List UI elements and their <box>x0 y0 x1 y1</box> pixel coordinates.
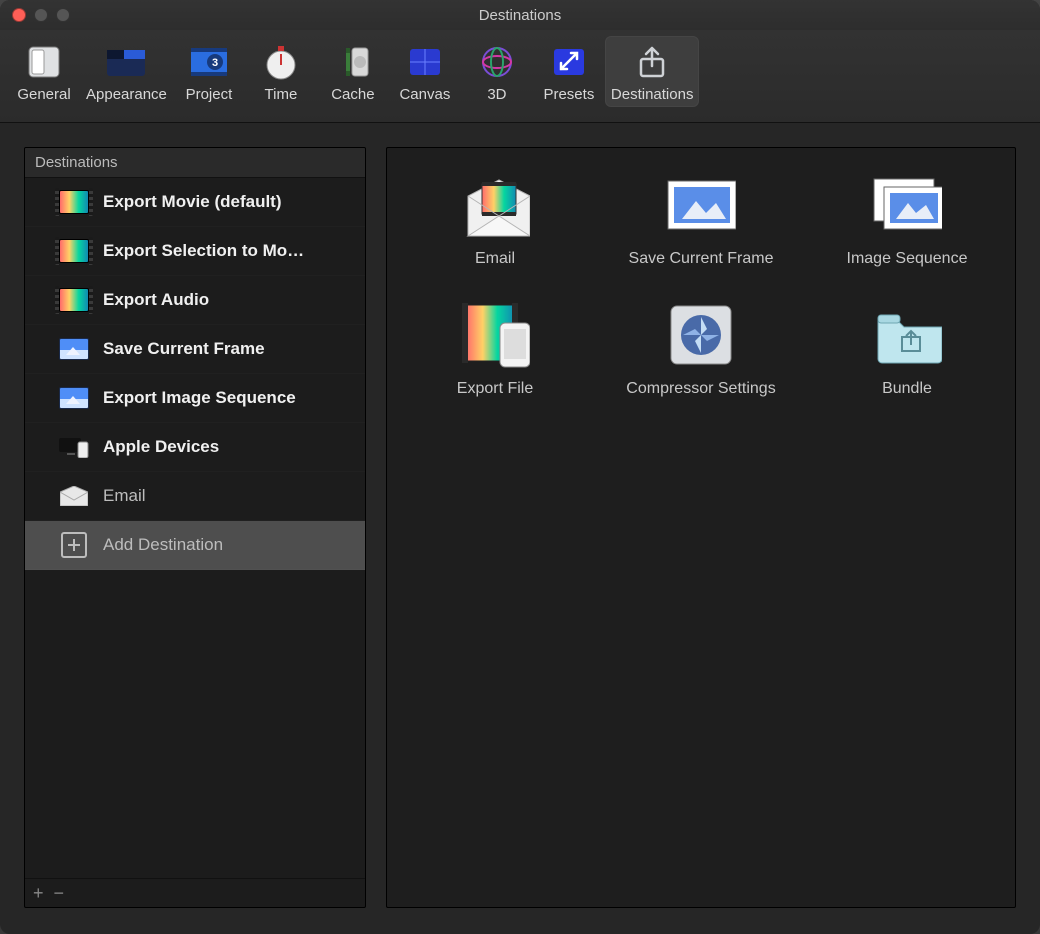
grid-item-label: Compressor Settings <box>626 380 775 398</box>
toolbar-tab-label: Appearance <box>86 86 167 103</box>
destination-templates-pane: Email Save Current Frame Image Sequence <box>386 147 1016 908</box>
compressor-icon <box>666 302 736 368</box>
preferences-window: Destinations General Appearance 3 Projec… <box>0 0 1040 934</box>
sidebar-item-label: Add Destination <box>103 535 223 555</box>
film-icon <box>59 190 89 214</box>
sidebar-item-label: Email <box>103 486 146 506</box>
grid-item-label: Save Current Frame <box>629 250 774 268</box>
sidebar-list: Export Movie (default) Export Selection … <box>25 178 365 878</box>
mountain-icon <box>59 337 89 361</box>
sidebar-item-add-destination[interactable]: Add Destination <box>25 521 365 570</box>
destinations-sidebar: Destinations Export Movie (default) Expo… <box>24 147 366 908</box>
sidebar-header: Destinations <box>25 148 365 178</box>
grid-item-label: Email <box>475 250 515 268</box>
toolbar-tab-label: Cache <box>331 86 374 103</box>
envelope-icon <box>59 484 89 508</box>
film-icon <box>59 288 89 312</box>
zoom-window-button[interactable] <box>56 8 70 22</box>
titlebar: Destinations <box>0 0 1040 30</box>
grid-item-label: Export File <box>457 380 533 398</box>
toolbar-tab-label: Time <box>265 86 298 103</box>
film-icon <box>59 239 89 263</box>
mountain-stack-icon <box>872 172 942 238</box>
sidebar-item-apple-devices[interactable]: Apple Devices <box>25 423 365 472</box>
appearance-icon <box>104 40 148 84</box>
grid-item-export-file[interactable]: Export File <box>397 302 593 398</box>
share-icon <box>630 40 674 84</box>
toolbar-tab-time[interactable]: Time <box>245 36 317 107</box>
stopwatch-icon <box>259 40 303 84</box>
toolbar-tab-destinations[interactable]: Destinations <box>605 36 700 107</box>
sidebar-item-export-movie[interactable]: Export Movie (default) <box>25 178 365 227</box>
sidebar-item-label: Export Image Sequence <box>103 388 296 408</box>
toolbar-tab-label: General <box>17 86 70 103</box>
filmstrip-icon: 3 <box>187 40 231 84</box>
toolbar-tab-general[interactable]: General <box>8 36 80 107</box>
sidebar-footer: + − <box>25 878 365 907</box>
traffic-lights <box>0 8 70 22</box>
plus-box-icon <box>59 533 89 557</box>
sidebar-item-label: Apple Devices <box>103 437 219 457</box>
toolbar-tab-cache[interactable]: Cache <box>317 36 389 107</box>
grid-item-label: Bundle <box>882 380 932 398</box>
remove-button[interactable]: − <box>54 883 65 904</box>
svg-text:3: 3 <box>212 57 218 69</box>
grid-item-image-sequence[interactable]: Image Sequence <box>809 172 1005 268</box>
grid-icon <box>403 40 447 84</box>
grid-item-save-frame[interactable]: Save Current Frame <box>603 172 799 268</box>
grid-item-bundle[interactable]: Bundle <box>809 302 1005 398</box>
add-button[interactable]: + <box>33 883 44 904</box>
toolbar-tab-3d[interactable]: 3D <box>461 36 533 107</box>
switch-icon <box>22 40 66 84</box>
toolbar-tab-appearance[interactable]: Appearance <box>80 36 173 107</box>
toolbar-tab-label: Destinations <box>611 86 694 103</box>
devices-icon <box>59 435 89 459</box>
expand-icon <box>547 40 591 84</box>
window-title: Destinations <box>0 7 1040 24</box>
toolbar-tab-project[interactable]: 3 Project <box>173 36 245 107</box>
mountain-icon <box>59 386 89 410</box>
film-phone-icon <box>460 302 530 368</box>
toolbar-tab-presets[interactable]: Presets <box>533 36 605 107</box>
toolbar-tab-label: Project <box>186 86 233 103</box>
grid-item-compressor-settings[interactable]: Compressor Settings <box>603 302 799 398</box>
envelope-film-icon <box>460 172 530 238</box>
grid-item-email[interactable]: Email <box>397 172 593 268</box>
grid-item-label: Image Sequence <box>847 250 968 268</box>
sidebar-item-export-selection[interactable]: Export Selection to Mo… <box>25 227 365 276</box>
destination-templates-grid: Email Save Current Frame Image Sequence <box>397 172 1005 398</box>
minimize-window-button[interactable] <box>34 8 48 22</box>
drive-icon <box>331 40 375 84</box>
sidebar-item-save-frame[interactable]: Save Current Frame <box>25 325 365 374</box>
sidebar-item-label: Export Audio <box>103 290 209 310</box>
sidebar-item-label: Save Current Frame <box>103 339 265 359</box>
close-window-button[interactable] <box>12 8 26 22</box>
mountain-frame-icon <box>666 172 736 238</box>
globe-icon <box>475 40 519 84</box>
sidebar-item-label: Export Movie (default) <box>103 192 282 212</box>
toolbar-tab-label: Canvas <box>399 86 450 103</box>
sidebar-item-email[interactable]: Email <box>25 472 365 521</box>
sidebar-item-label: Export Selection to Mo… <box>103 241 304 261</box>
toolbar-tab-canvas[interactable]: Canvas <box>389 36 461 107</box>
content-area: Destinations Export Movie (default) Expo… <box>0 123 1040 934</box>
preferences-toolbar: General Appearance 3 Project Time Cache <box>0 30 1040 123</box>
sidebar-item-image-sequence[interactable]: Export Image Sequence <box>25 374 365 423</box>
toolbar-tab-label: Presets <box>543 86 594 103</box>
toolbar-tab-label: 3D <box>487 86 506 103</box>
bundle-folder-icon <box>872 302 942 368</box>
sidebar-item-export-audio[interactable]: Export Audio <box>25 276 365 325</box>
